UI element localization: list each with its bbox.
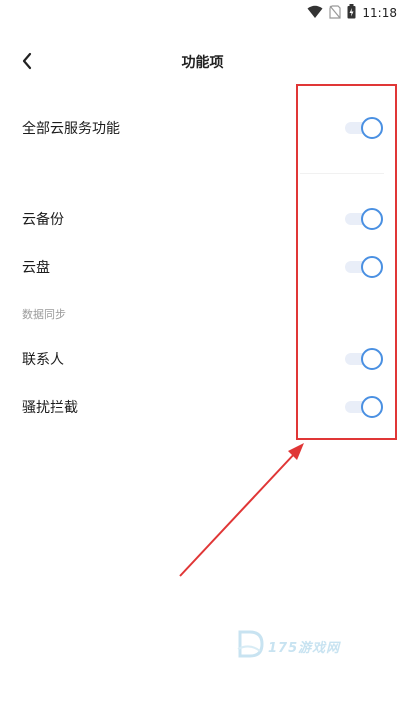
page-title: 功能项 — [181, 55, 224, 71]
header: 功能项 — [0, 44, 405, 80]
watermark: 175游戏网 — [236, 628, 366, 664]
status-icons: 11:18 — [307, 3, 397, 23]
row-label: 联系人 — [22, 352, 64, 368]
row-label: 骚扰拦截 — [22, 400, 78, 416]
row-label: 云盘 — [22, 260, 50, 276]
annotation-highlight-box — [296, 84, 397, 440]
status-bar: 11:18 — [0, 0, 405, 26]
section-label-data-sync: 数据同步 — [22, 308, 66, 321]
no-sim-icon — [329, 4, 342, 23]
wifi-icon — [307, 4, 323, 23]
watermark-logo — [236, 629, 264, 663]
watermark-text: 175游戏网 — [268, 640, 341, 656]
battery-icon — [347, 3, 356, 23]
row-label: 云备份 — [22, 212, 64, 228]
status-time: 11:18 — [362, 6, 397, 20]
row-label: 全部云服务功能 — [22, 121, 120, 137]
